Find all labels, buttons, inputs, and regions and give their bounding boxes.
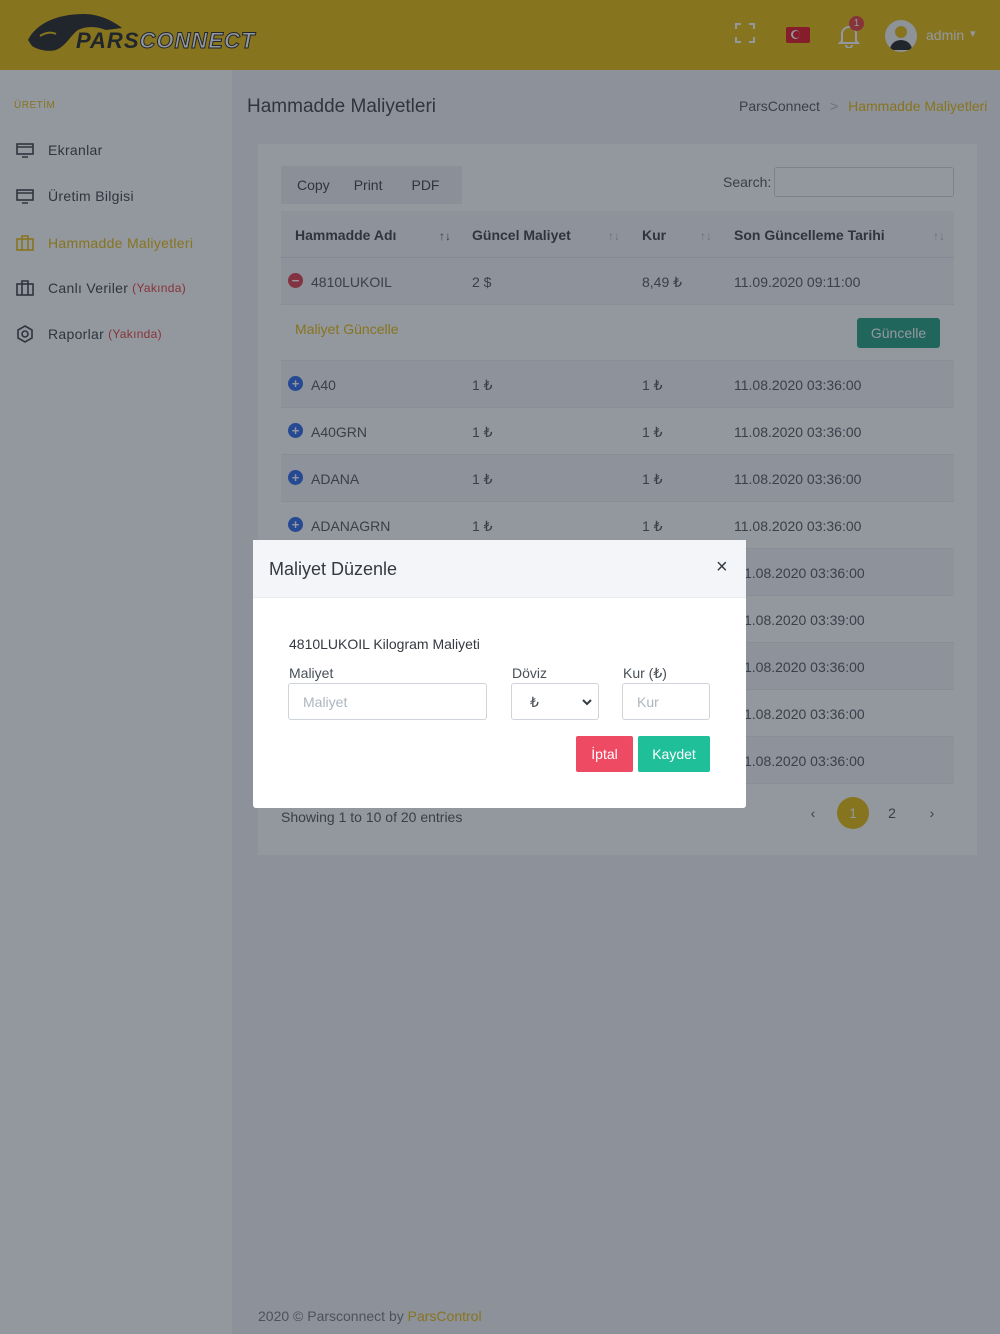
rate-input[interactable] <box>622 683 710 720</box>
currency-select[interactable]: ₺ <box>511 683 599 720</box>
currency-label: Döviz <box>512 665 548 681</box>
cancel-button[interactable]: İptal <box>576 736 633 772</box>
currency-value: ₺ <box>530 694 539 710</box>
modal-header: Maliyet Düzenle × <box>253 540 746 598</box>
modal-title: Maliyet Düzenle <box>269 559 398 579</box>
cost-input[interactable] <box>288 683 487 720</box>
edit-cost-modal: Maliyet Düzenle × 4810LUKOIL Kilogram Ma… <box>253 540 746 808</box>
cost-label: Maliyet <box>289 665 334 681</box>
save-button[interactable]: Kaydet <box>638 736 710 772</box>
modal-subtitle: 4810LUKOIL Kilogram Maliyeti <box>289 636 480 652</box>
chevron-down-icon <box>582 699 592 706</box>
rate-label: Kur (₺) <box>623 665 667 681</box>
close-icon[interactable]: × <box>716 556 728 579</box>
